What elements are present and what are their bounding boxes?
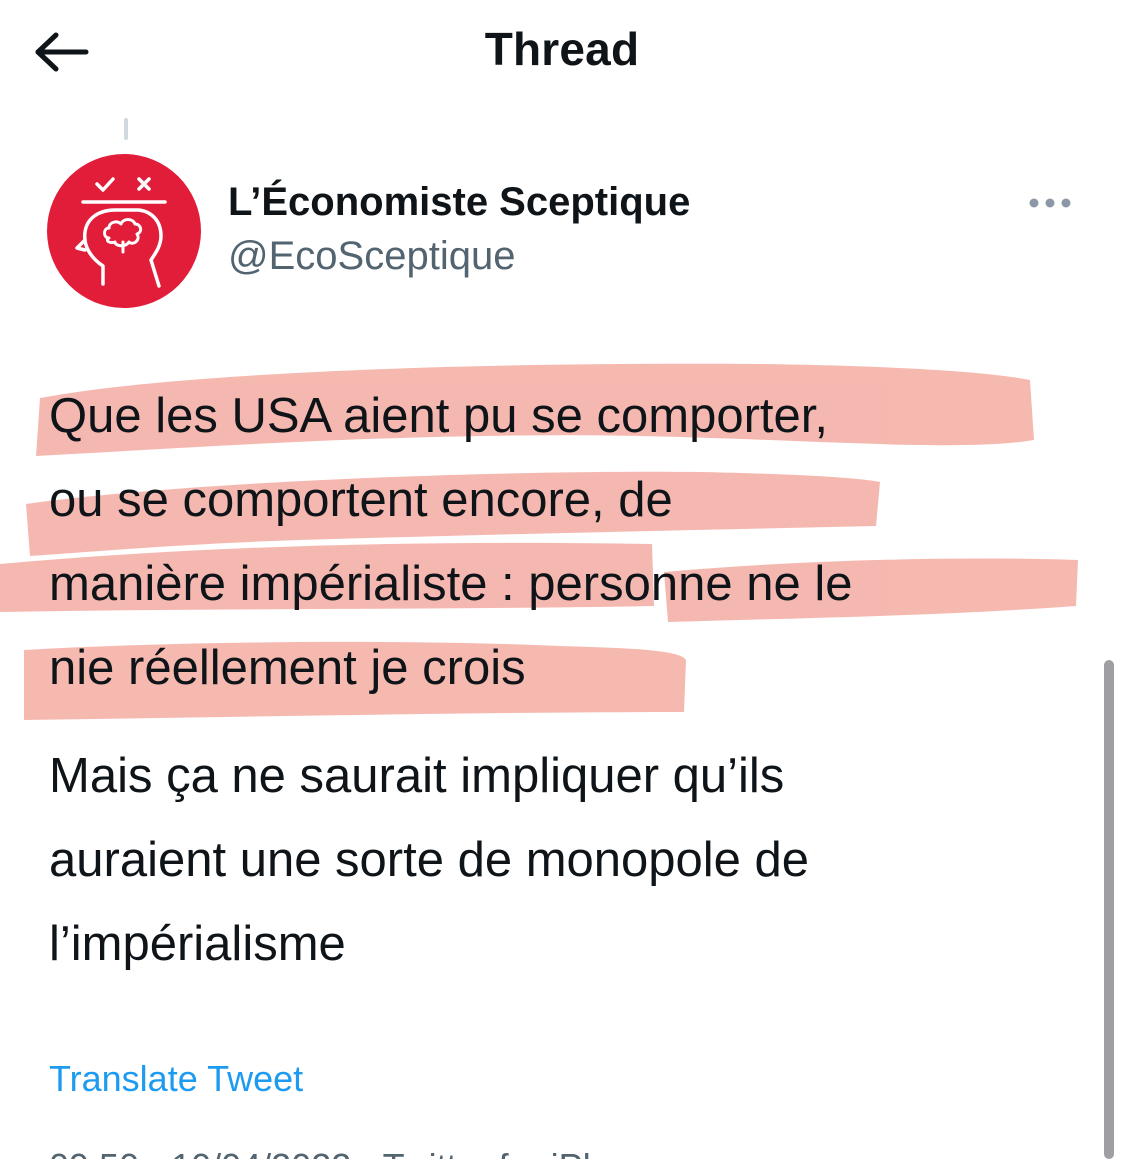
tweet-timestamp: 09:50 · 10/04/2022 · Twitter for iPhone [49,1146,663,1159]
tweet-line: auraient une sorte de monopole de [49,833,810,887]
tweet-line: Mais ça ne saurait impliquer qu’ils [49,749,785,803]
scrollbar[interactable] [1104,660,1114,1159]
tweet-text-highlighted: Que les USA aient pu se comporter, ou se… [49,374,1089,710]
tweet-line: Que les USA aient pu se comporter, [49,389,828,443]
more-button[interactable] [1026,188,1074,218]
tweet-line: nie réellement je crois [49,641,526,695]
header-bar: Thread [0,0,1124,105]
thread-connector-line [124,118,128,140]
head-brain-icon [75,177,167,288]
author-name[interactable]: L’Économiste Sceptique [228,180,690,225]
tweet-line: l’impérialisme [49,917,346,971]
avatar[interactable] [47,154,201,308]
tweet-text-body: Mais ça ne saurait impliquer qu’ils aura… [49,734,1089,986]
tweet-line: ou se comportent encore, de [49,473,673,527]
tweet-line: manière impérialiste : personne ne le [49,557,853,611]
translate-tweet-link[interactable]: Translate Tweet [49,1058,303,1100]
author-handle[interactable]: @EcoSceptique [228,234,515,279]
page-title: Thread [484,23,640,75]
more-horizontal-icon [1029,198,1071,208]
